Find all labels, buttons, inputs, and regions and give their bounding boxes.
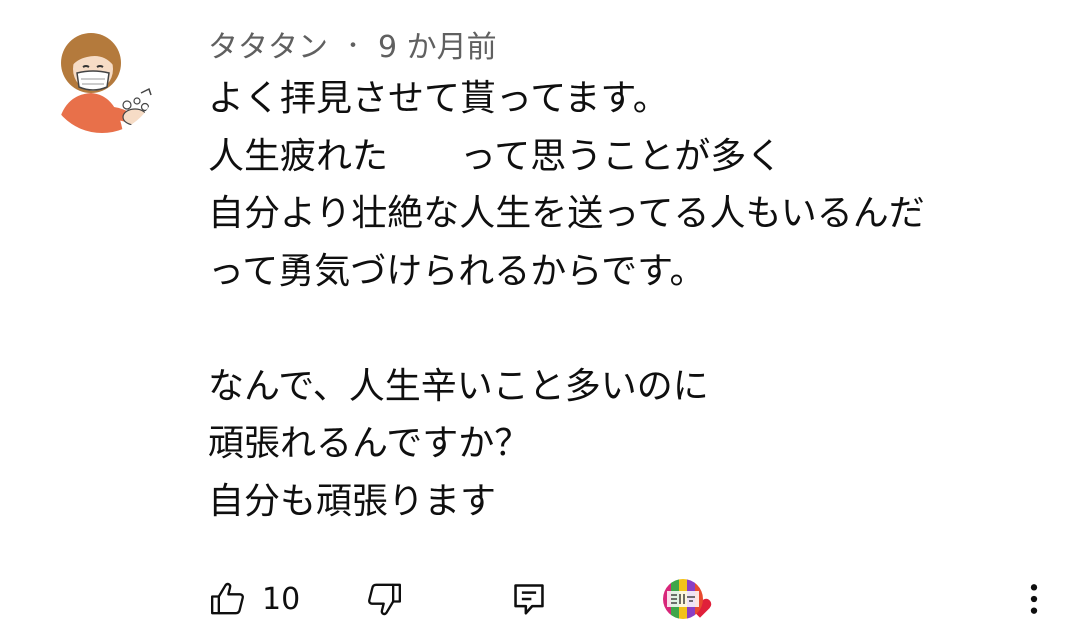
creator-avatar bbox=[663, 579, 703, 619]
creator-heart-badge bbox=[663, 570, 713, 628]
comment-line: 自分より壮絶な人生を送ってる人もいるんだ bbox=[208, 193, 925, 234]
like-button[interactable]: 10 bbox=[208, 570, 300, 628]
comment-timestamp[interactable]: 9 か月前 bbox=[378, 22, 497, 66]
comment-text: よく拝見させて貰ってます。 人生疲れた って思うことが多く 自分より壮絶な人生を… bbox=[208, 70, 1048, 530]
comment-line: 頑張れるんですか？ bbox=[208, 423, 531, 464]
comment-line: 人生疲れた って思うことが多く bbox=[208, 135, 783, 177]
creator-avatar-image bbox=[663, 579, 703, 619]
comment-line: よく拝見させて貰ってます。 bbox=[208, 78, 669, 119]
avatar-illustration bbox=[47, 23, 157, 133]
comment-line: なんで、人生辛いこと多いのに bbox=[208, 365, 709, 407]
comment-actions: 10 bbox=[208, 570, 1048, 628]
author-avatar[interactable] bbox=[47, 23, 157, 133]
comment-card: タタタン ・ 9 か月前 よく拝見させて貰ってます。 人生疲れた って思うことが… bbox=[0, 0, 1080, 641]
thumbs-up-icon bbox=[211, 582, 244, 615]
thumbs-down-icon bbox=[368, 583, 401, 616]
author-name[interactable]: タタタン bbox=[208, 22, 328, 66]
comment-line: って勇気づけられるからです。 bbox=[208, 250, 706, 292]
more-actions-button[interactable] bbox=[1014, 570, 1054, 628]
comment-line: 自分も頑張ります bbox=[208, 480, 497, 522]
reply-button[interactable] bbox=[510, 570, 548, 628]
comment-line-blank bbox=[208, 300, 1048, 358]
comment-header: タタタン ・ 9 か月前 bbox=[208, 22, 497, 66]
more-vertical-icon bbox=[1030, 584, 1038, 614]
reply-comment-icon bbox=[514, 584, 544, 615]
like-count: 10 bbox=[262, 581, 301, 617]
meta-separator: ・ bbox=[342, 34, 365, 59]
dislike-button[interactable] bbox=[364, 570, 404, 628]
